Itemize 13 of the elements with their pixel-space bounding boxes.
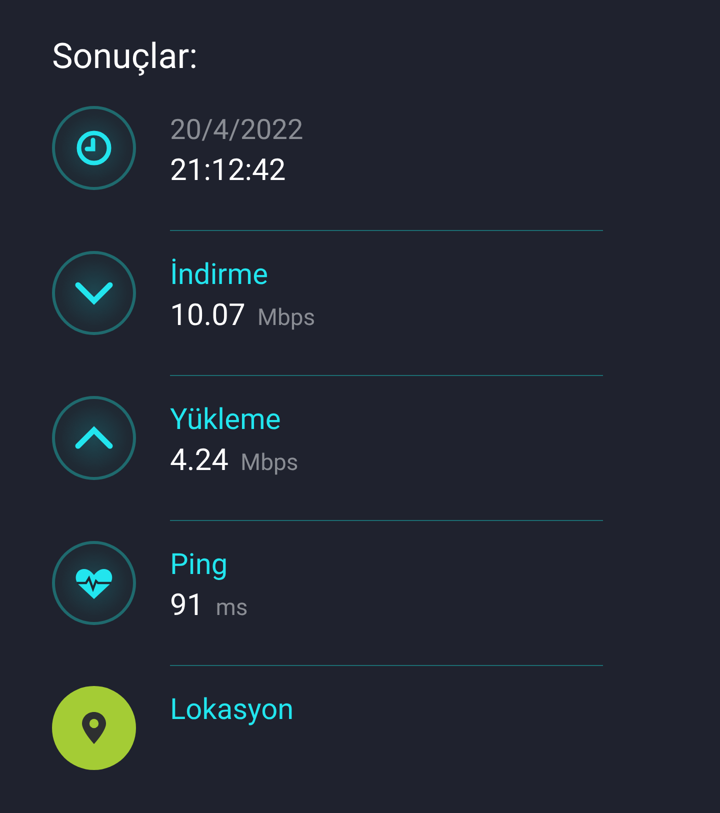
result-label: İndirme [170,257,269,293]
result-label: Yükleme [170,402,282,438]
result-value: 10.07 [170,297,246,335]
result-unit: Mbps [257,303,316,333]
result-unit: Mbps [240,448,298,478]
result-label: Ping [170,547,229,583]
result-value: 4.24 [170,442,228,480]
result-date: 20/4/2022 [170,112,304,148]
result-unit: ms [216,593,248,623]
result-value: 91 [170,587,204,625]
result-time: 21:12:42 [170,152,286,190]
result-label: Lokasyon [170,692,295,728]
results-heading: Sonuçlar: [52,35,199,79]
